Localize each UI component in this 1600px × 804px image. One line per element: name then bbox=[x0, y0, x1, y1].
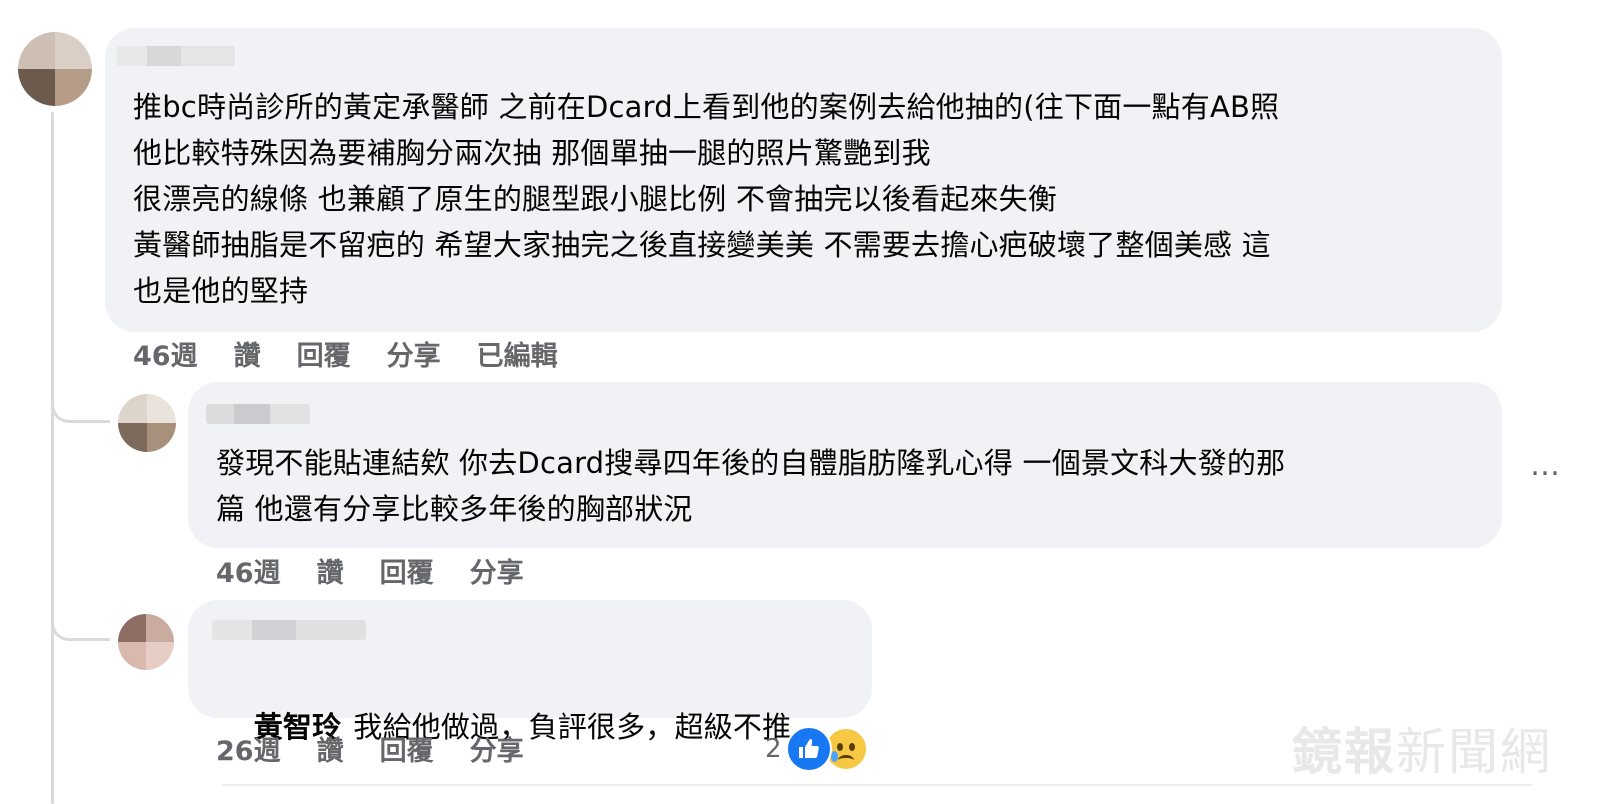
edited-label: 已編輯 bbox=[476, 341, 558, 372]
comment-line: 篇 他還有分享比較多年後的胸部狀況 bbox=[216, 492, 693, 526]
reaction-count: 2 bbox=[765, 734, 782, 764]
comment-line: 他比較特殊因為要補胸分兩次抽 那個單抽一腿的照片驚艷到我 bbox=[133, 136, 931, 170]
author-name[interactable] bbox=[206, 404, 310, 424]
like-button[interactable]: 讚 bbox=[317, 729, 344, 768]
comment-actions: 46週 讚 回覆 分享 bbox=[216, 551, 560, 590]
more-options-icon[interactable]: … bbox=[1530, 448, 1562, 483]
comment-bubble: 推bc時尚診所的黃定承醫師 之前在Dcard上看到他的案例去給他抽的(往下面一點… bbox=[105, 28, 1502, 332]
share-button[interactable]: 分享 bbox=[470, 551, 524, 590]
timestamp[interactable]: 46週 bbox=[216, 551, 281, 590]
comment-line: 推bc時尚診所的黃定承醫師 之前在Dcard上看到他的案例去給他抽的(往下面一點… bbox=[133, 90, 1280, 124]
comment-actions: 46週 讚 回覆 分享 已編輯 bbox=[133, 334, 594, 373]
timestamp[interactable]: 26週 bbox=[216, 729, 281, 768]
share-button[interactable]: 分享 bbox=[387, 334, 441, 373]
comment-bubble: 黃智玲 我給他做過，負評很多，超級不推 bbox=[188, 600, 872, 744]
avatar[interactable] bbox=[118, 614, 174, 670]
like-button[interactable]: 讚 bbox=[234, 334, 261, 373]
comment-line: 也是他的堅持 bbox=[133, 274, 309, 308]
reply-connector bbox=[51, 580, 110, 641]
comment-actions: 26週 讚 回覆 分享 bbox=[216, 729, 560, 768]
comment-line: 黃智玲 我給他做過，負評很多，超級不推 bbox=[216, 658, 791, 796]
author-name[interactable] bbox=[117, 46, 235, 66]
watermark-logo: 鏡報新聞網 bbox=[1292, 722, 1552, 781]
comment-line: 黃醫師抽脂是不留疤的 希望大家抽完之後直接變美美 不需要去擔心疤破壞了整個美感 … bbox=[133, 228, 1271, 262]
author-name[interactable] bbox=[212, 620, 366, 640]
reaction-summary[interactable]: 2 bbox=[765, 726, 868, 772]
avatar[interactable] bbox=[118, 394, 176, 452]
share-button[interactable]: 分享 bbox=[470, 729, 524, 768]
comment-line: 很漂亮的線條 也兼顧了原生的腿型跟小腿比例 不會抽完以後看起來失衡 bbox=[133, 182, 1058, 216]
comment-line: 發現不能貼連結欸 你去Dcard搜尋四年後的自體脂肪隆乳心得 一個景文科大發的那 bbox=[216, 446, 1286, 480]
like-button[interactable]: 讚 bbox=[317, 551, 344, 590]
comment-bubble: 發現不能貼連結欸 你去Dcard搜尋四年後的自體脂肪隆乳心得 一個景文科大發的那… bbox=[188, 382, 1502, 548]
timestamp[interactable]: 46週 bbox=[133, 334, 198, 373]
reply-connector bbox=[51, 360, 110, 423]
reply-button[interactable]: 回覆 bbox=[297, 334, 351, 373]
like-icon bbox=[785, 726, 832, 772]
divider bbox=[222, 784, 1532, 786]
reply-button[interactable]: 回覆 bbox=[380, 551, 434, 590]
avatar[interactable] bbox=[18, 32, 92, 106]
reply-button[interactable]: 回覆 bbox=[380, 729, 434, 768]
thread-line bbox=[51, 112, 54, 804]
